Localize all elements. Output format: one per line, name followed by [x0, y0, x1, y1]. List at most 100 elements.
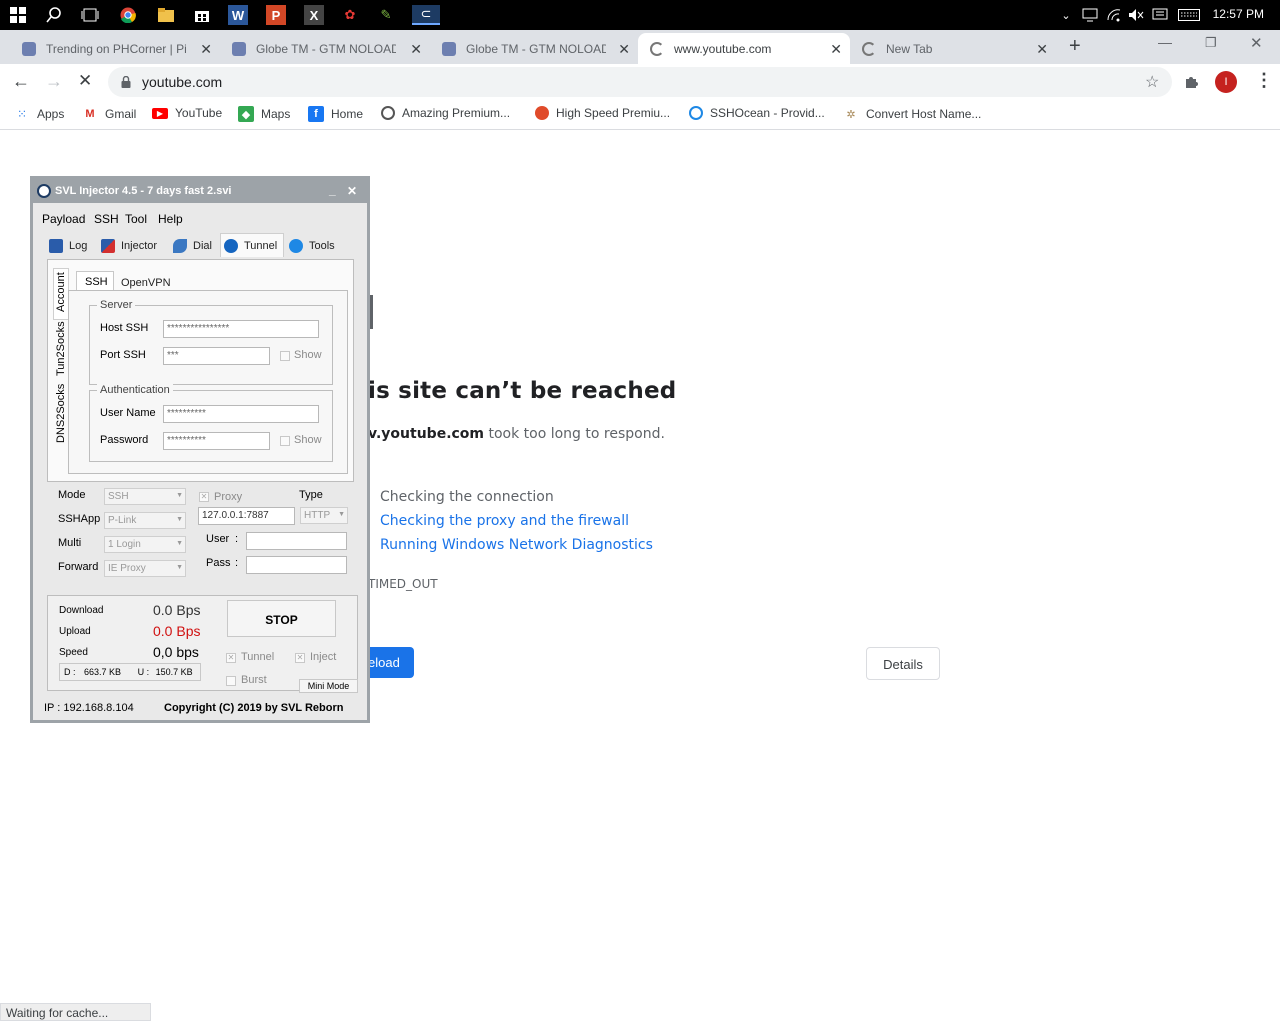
inject-checkbox[interactable]: ✕ [295, 653, 305, 663]
port-ssh-input[interactable]: *** [163, 347, 270, 365]
store-icon[interactable] [192, 5, 212, 25]
details-button[interactable]: Details [866, 647, 940, 680]
bookmark-maps[interactable]: ◆ Maps [238, 106, 290, 122]
address-bar[interactable]: youtube.com ☆ [108, 67, 1172, 97]
close-icon[interactable]: ✕ [1036, 41, 1048, 58]
browser-tab[interactable]: Trending on PHCorner | Pin... ✕ [10, 33, 220, 64]
multi-select[interactable]: 1 Login ▼ [104, 536, 186, 553]
proxy-pass-input[interactable] [246, 556, 347, 574]
search-icon[interactable] [44, 5, 64, 25]
try-item-link-proxy[interactable]: Checking the proxy and the firewall [380, 513, 629, 529]
bookmark-youtube[interactable]: ▶ YouTube [152, 106, 222, 120]
tab-tools[interactable]: Tools [289, 235, 335, 257]
wifi-icon[interactable] [1104, 5, 1124, 25]
powerpoint-icon[interactable]: P [266, 5, 286, 25]
browser-tab-active[interactable]: www.youtube.com ✕ [638, 33, 850, 64]
keyboard-icon[interactable] [1176, 5, 1202, 25]
clock[interactable]: 12:57 PM [1213, 7, 1264, 21]
volume-muted-icon[interactable] [1126, 5, 1146, 25]
stop-button[interactable]: STOP [227, 600, 336, 637]
proxy-user-input[interactable] [246, 532, 347, 550]
tab-log[interactable]: Log [49, 235, 87, 257]
close-icon[interactable]: ✕ [200, 41, 212, 58]
close-icon[interactable]: ✕ [410, 41, 422, 58]
app-icon[interactable]: ✿ [340, 5, 360, 25]
bookmark-apps[interactable]: ⁙ Apps [14, 106, 64, 122]
svl-title-bar[interactable]: SVL Injector 4.5 - 7 days fast 2.svi _ ✕ [33, 179, 367, 203]
app-icon-2[interactable]: ✎ [376, 5, 396, 25]
error-domain: v.youtube.com [368, 426, 485, 442]
bookmark-convert-host[interactable]: ✲ Convert Host Name... [843, 106, 981, 122]
lock-icon[interactable] [121, 75, 131, 93]
excel-icon[interactable]: X [304, 5, 324, 25]
try-item-link-diagnostics[interactable]: Running Windows Network Diagnostics [380, 537, 653, 553]
show-password-checkbox[interactable] [280, 436, 290, 446]
bookmark-gmail[interactable]: M Gmail [82, 106, 136, 122]
close-icon[interactable]: ✕ [618, 41, 630, 58]
subtab-openvpn[interactable]: OpenVPN [121, 277, 171, 289]
taskbar: W P X ✿ ✎ ⊂ ⌄ 12:57 PM [0, 0, 1280, 30]
browser-tab[interactable]: Globe TM - GTM NOLOAD... ✕ [430, 33, 638, 64]
minimize-icon[interactable]: _ [329, 183, 336, 197]
close-icon[interactable]: ✕ [830, 41, 842, 58]
restore-icon[interactable]: ❐ [1205, 35, 1217, 51]
proxy-address-input[interactable]: 127.0.0.1:7887 [198, 507, 295, 525]
mini-mode-button[interactable]: Mini Mode [299, 679, 358, 693]
url-text[interactable]: youtube.com [142, 74, 222, 90]
notification-icon[interactable] [1150, 5, 1170, 25]
more-menu-icon[interactable]: ⋮ [1255, 70, 1273, 91]
close-window-icon[interactable]: ✕ [1250, 34, 1263, 52]
show-port-checkbox[interactable] [280, 351, 290, 361]
svl-icon[interactable]: ⊂ [412, 5, 440, 25]
word-icon[interactable]: W [228, 5, 248, 25]
file-explorer-icon[interactable] [156, 5, 176, 25]
bookmark-sshocean[interactable]: SSHOcean - Provid... [689, 106, 825, 120]
chrome-icon[interactable] [118, 5, 138, 25]
stop-loading-icon[interactable]: ✕ [78, 71, 92, 91]
side-tab-dns2socks[interactable]: DNS2Socks [55, 384, 67, 443]
menu-payload[interactable]: Payload [42, 212, 85, 226]
tunnel-checkbox[interactable]: ✕ [226, 653, 236, 663]
browser-tab[interactable]: Globe TM - GTM NOLOAD... ✕ [220, 33, 430, 64]
show-port-label: Show [294, 349, 322, 361]
browser-tab[interactable]: New Tab ✕ [850, 33, 1056, 64]
proxy-type-select[interactable]: HTTP ▼ [300, 507, 348, 524]
svl-injector-window: SVL Injector 4.5 - 7 days fast 2.svi _ ✕… [30, 176, 370, 723]
proxy-checkbox[interactable]: ✕ [199, 492, 209, 502]
bookmark-star-icon[interactable]: ☆ [1145, 72, 1159, 92]
display-icon[interactable] [1080, 5, 1100, 25]
burst-checkbox[interactable] [226, 676, 236, 686]
menu-ssh[interactable]: SSH [94, 212, 119, 226]
task-view-icon[interactable] [80, 5, 100, 25]
menu-help[interactable]: Help [158, 212, 183, 226]
facebook-icon: f [308, 106, 324, 122]
forward-arrow-icon[interactable]: → [45, 71, 63, 92]
server-group-label: Server [97, 299, 136, 311]
forward-select[interactable]: IE Proxy ▼ [104, 560, 186, 577]
back-arrow-icon[interactable]: ← [12, 71, 30, 92]
close-icon[interactable]: ✕ [347, 184, 357, 198]
tab-injector[interactable]: Injector [101, 235, 157, 257]
chevron-up-icon[interactable]: ⌄ [1056, 5, 1076, 25]
profile-avatar[interactable]: I [1215, 71, 1237, 93]
new-tab-icon[interactable]: + [1069, 35, 1081, 58]
forward-value: IE Proxy [108, 563, 146, 574]
svl-window-title: SVL Injector 4.5 - 7 days fast 2.svi [55, 185, 232, 197]
gear-icon [289, 239, 303, 253]
user-name-input[interactable]: ********** [163, 405, 319, 423]
mode-select[interactable]: SSH ▼ [104, 488, 186, 505]
password-input[interactable]: ********** [163, 432, 270, 450]
minimize-icon[interactable]: — [1158, 34, 1172, 50]
side-tab-tun2socks[interactable]: Tun2Socks [55, 321, 67, 376]
windows-start-icon[interactable] [8, 5, 28, 25]
menu-tool[interactable]: Tool [125, 212, 147, 226]
host-ssh-input[interactable]: **************** [163, 320, 319, 338]
sshapp-select[interactable]: P-Link ▼ [104, 512, 186, 529]
bookmark-amazing-premium[interactable]: Amazing Premium... [381, 106, 510, 120]
subtab-ssh[interactable]: SSH [76, 271, 114, 291]
bookmark-high-speed-premium[interactable]: High Speed Premiu... [535, 106, 670, 120]
tab-dial[interactable]: Dial [173, 235, 212, 257]
tab-tunnel[interactable]: Tunnel [220, 233, 284, 257]
bookmark-home[interactable]: f Home [308, 106, 363, 122]
extensions-puzzle-icon[interactable] [1184, 73, 1200, 94]
